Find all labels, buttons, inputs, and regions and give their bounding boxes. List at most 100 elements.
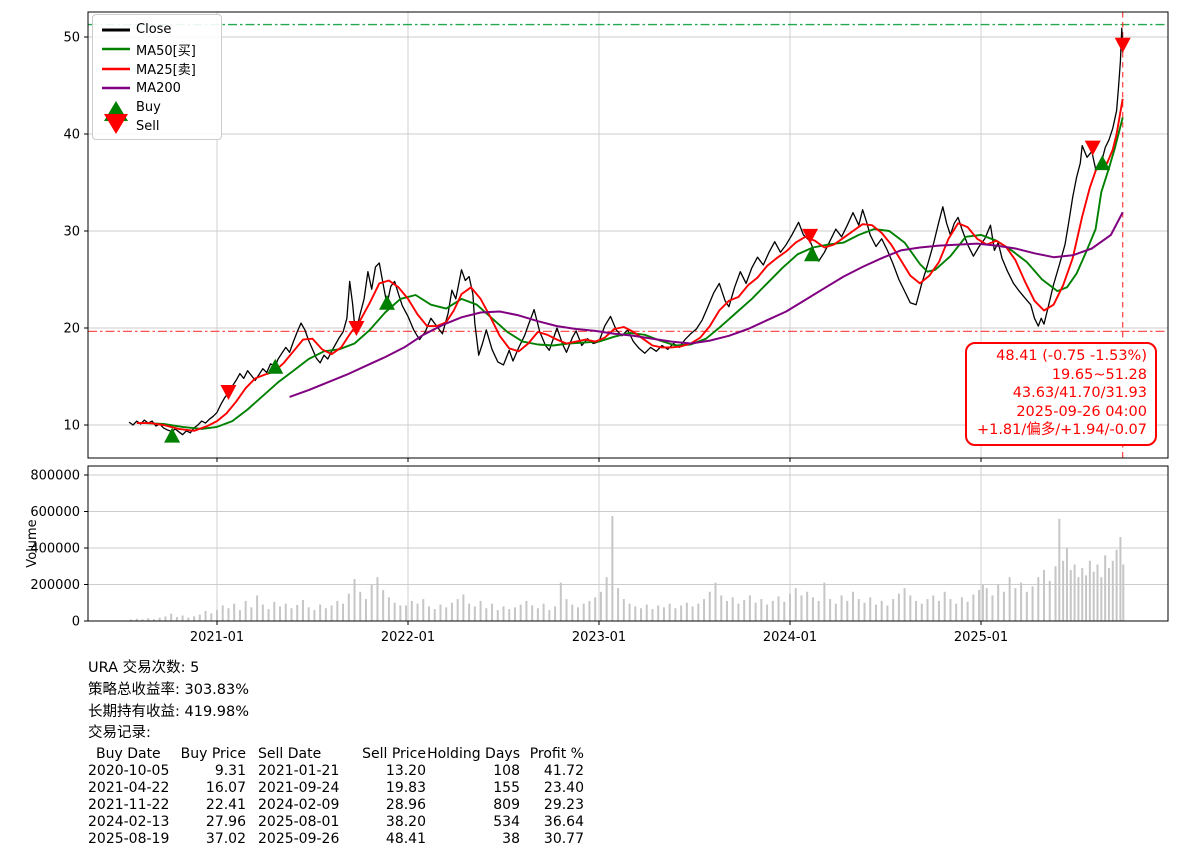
volume-bar	[1112, 561, 1114, 621]
volume-bar	[669, 604, 671, 621]
trade-cell: 108	[426, 763, 520, 780]
volume-bar	[1097, 564, 1099, 621]
trade-cell: 534	[426, 814, 520, 831]
trade-row: 2021-11-2222.412024-02-0928.9680929.23	[88, 797, 584, 814]
volume-bar	[829, 599, 831, 621]
volume-bar	[411, 601, 413, 621]
volume-bar	[991, 595, 993, 621]
volume-bar	[325, 608, 327, 621]
volume-bar	[233, 604, 235, 621]
trade-cell: 19.83	[348, 780, 426, 797]
trade-cell: 2024-02-09	[246, 797, 348, 814]
volume-bar	[692, 606, 694, 621]
volume-ytick-label: 600000	[30, 505, 80, 520]
volume-bar	[640, 608, 642, 621]
volume-bar	[892, 599, 894, 621]
price-ytick-label: 30	[63, 225, 80, 240]
volume-bar	[869, 597, 871, 621]
volume-bar	[537, 608, 539, 621]
volume-bar	[480, 601, 482, 621]
summary-trades-title: 交易记录:	[88, 723, 584, 745]
volume-bar	[457, 599, 459, 621]
annotation-datetime: 2025-09-26 04:00	[975, 403, 1147, 422]
volume-bar	[657, 605, 659, 621]
volume-bar	[651, 609, 653, 621]
trade-cell: 2021-11-22	[88, 797, 180, 814]
volume-bar	[766, 605, 768, 621]
volume-bar	[686, 603, 688, 621]
volume-bar	[548, 610, 550, 621]
trades-header-cell: Buy Price	[180, 746, 246, 763]
volume-bar	[961, 597, 963, 621]
volume-bar	[732, 597, 734, 621]
volume-bar	[674, 608, 676, 621]
x-axis-label: 2023-01	[572, 630, 626, 645]
volume-bar	[697, 604, 699, 621]
volume-bar	[503, 606, 505, 621]
volume-bar	[290, 608, 292, 621]
volume-bar	[434, 609, 436, 621]
legend-item-sell: Sell	[99, 117, 215, 136]
volume-bar	[818, 601, 820, 621]
x-axis-label: 2021-01	[190, 630, 244, 645]
volume-bar	[205, 611, 207, 621]
buy-marker	[379, 295, 395, 310]
volume-bar	[216, 610, 218, 621]
volume-bar	[927, 599, 929, 621]
legend-item-ma50: MA50[买]	[99, 40, 215, 60]
ma25-line-swatch-icon	[99, 66, 133, 72]
volume-ytick-label: 0	[72, 615, 80, 630]
volume-bar	[164, 616, 166, 621]
trade-cell: 2021-09-24	[246, 780, 348, 797]
volume-bar	[354, 579, 356, 621]
volume-bar	[875, 605, 877, 621]
annotation-ma-values: 43.63/41.70/31.93	[975, 384, 1147, 403]
sell-marker	[1115, 38, 1131, 53]
volume-bar	[863, 603, 865, 621]
volume-bar	[577, 607, 579, 621]
volume-ytick-label: 200000	[30, 578, 80, 593]
volume-bar	[210, 613, 212, 621]
volume-bar	[405, 605, 407, 621]
volume-bar	[468, 604, 470, 621]
sell-marker	[220, 385, 236, 400]
volume-bar	[319, 605, 321, 621]
sell-triangle-icon	[99, 119, 133, 135]
buy-marker	[804, 246, 820, 261]
volume-bar	[606, 577, 608, 621]
volume-bar	[997, 585, 999, 622]
volume-bar	[806, 592, 808, 621]
volume-bar	[904, 588, 906, 621]
volume-bar	[646, 605, 648, 621]
volume-bar	[1049, 581, 1051, 621]
price-ytick-label: 50	[63, 31, 80, 46]
trade-row: 2025-08-1937.022025-09-2648.413830.77	[88, 831, 584, 848]
volume-bar	[514, 607, 516, 621]
trade-cell: 28.96	[348, 797, 426, 814]
volume-bar	[371, 585, 373, 622]
trades-header-cell: Buy Date	[88, 746, 180, 763]
volume-bar	[1014, 588, 1016, 621]
volume-bar	[1104, 555, 1106, 621]
trade-cell: 809	[426, 797, 520, 814]
volume-bar	[302, 600, 304, 621]
volume-bar	[239, 610, 241, 621]
volume-bar	[1122, 564, 1124, 621]
volume-bar	[617, 588, 619, 621]
volume-bar	[279, 606, 281, 621]
volume-bar	[1009, 577, 1011, 621]
trade-cell: 30.77	[520, 831, 584, 848]
volume-bar	[474, 606, 476, 621]
volume-bar	[909, 595, 911, 621]
trade-cell: 16.07	[180, 780, 246, 797]
volume-bar	[783, 602, 785, 621]
close-line-swatch-icon	[99, 27, 133, 33]
trades-table: Buy DateBuy PriceSell DateSell PriceHold…	[88, 746, 584, 848]
volume-bar	[955, 604, 957, 621]
volume-bar	[1020, 583, 1022, 621]
volume-bar	[634, 606, 636, 621]
volume-bar	[600, 592, 602, 621]
volume-bar	[594, 597, 596, 621]
volume-bar	[256, 595, 258, 621]
volume-bar	[760, 599, 762, 621]
